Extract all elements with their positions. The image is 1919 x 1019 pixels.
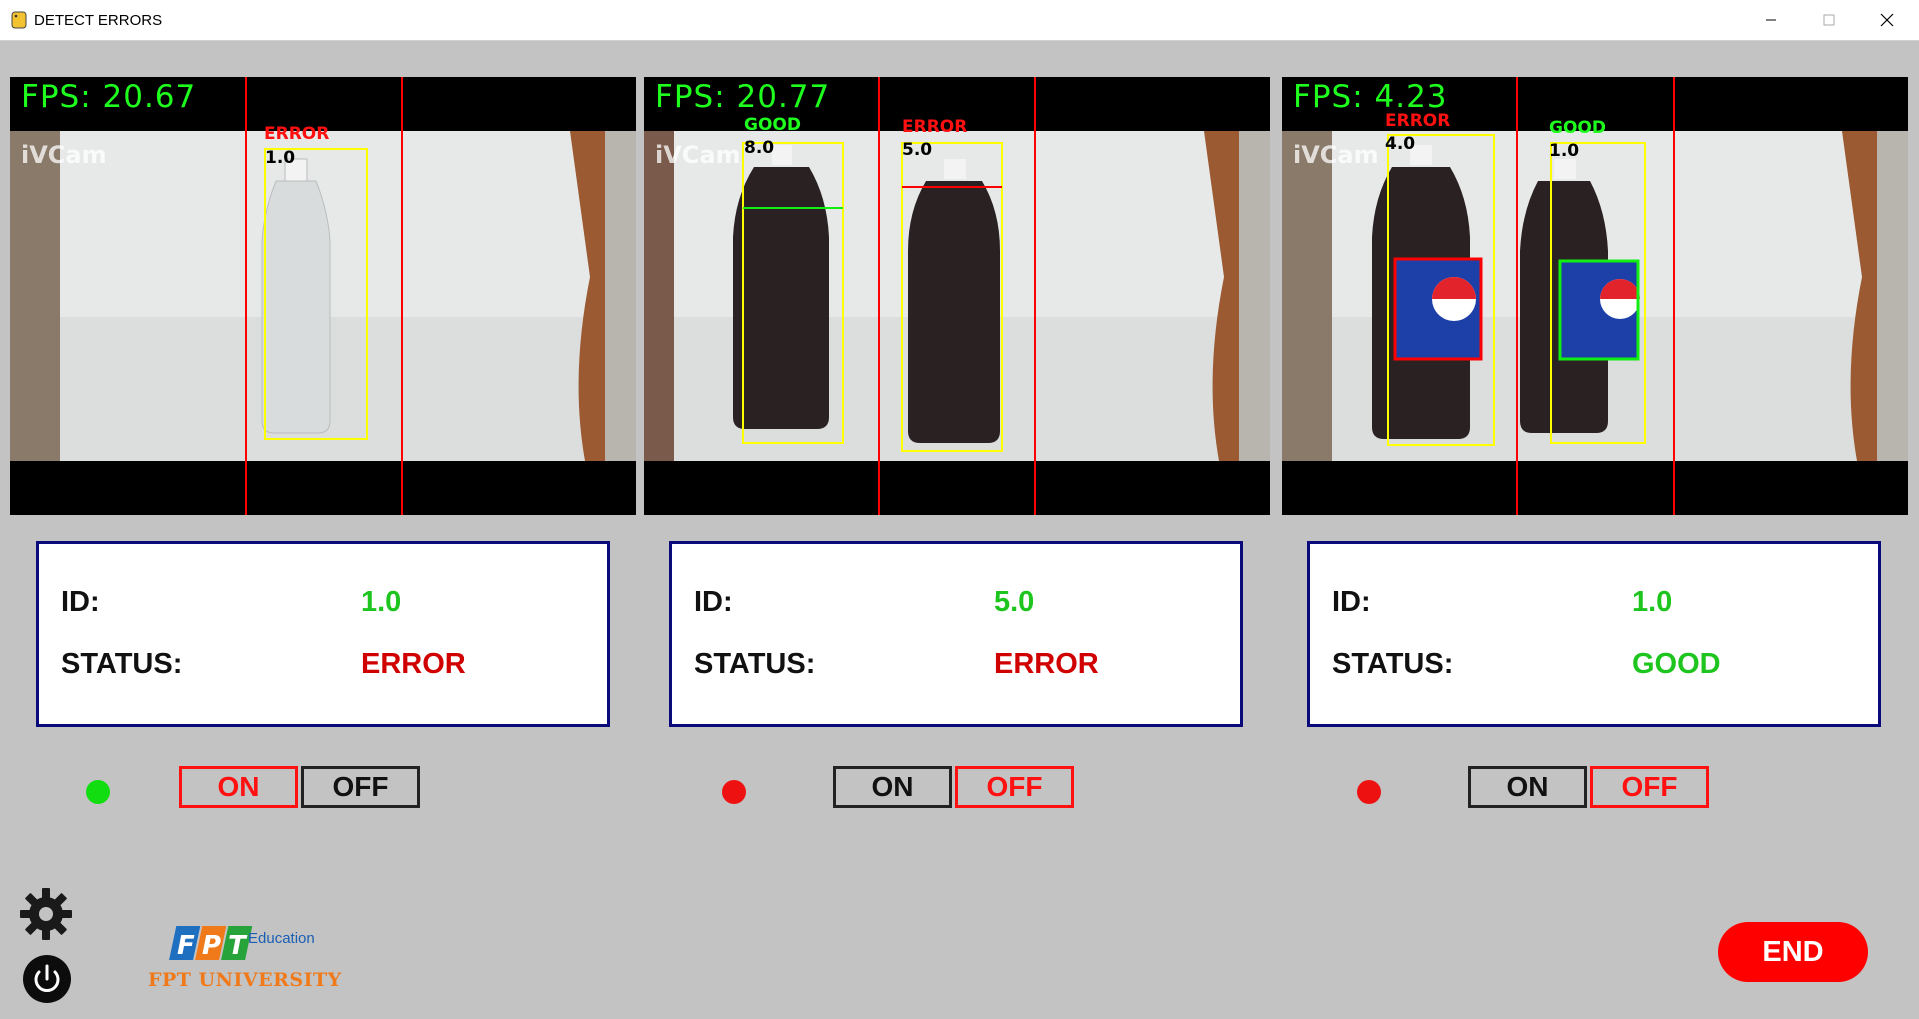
maximize-button[interactable] bbox=[1800, 0, 1858, 40]
end-button[interactable]: END bbox=[1718, 922, 1868, 982]
detection-tag: GOOD bbox=[744, 115, 801, 135]
off-button[interactable]: OFF bbox=[1590, 766, 1709, 808]
status-label: STATUS: bbox=[61, 648, 183, 680]
maximize-icon bbox=[1823, 14, 1835, 26]
detection-tag: ERROR bbox=[264, 124, 330, 144]
id-label: ID: bbox=[61, 586, 100, 618]
status-panel-1: ID: 1.0 STATUS: ERROR bbox=[36, 541, 610, 727]
camera-feed-2: FPS: 20.77 iVCam GOOD 8.0 ERROR 5.0 bbox=[644, 77, 1270, 515]
status-label: STATUS: bbox=[1332, 648, 1454, 680]
svg-text:P: P bbox=[202, 931, 221, 961]
close-button[interactable] bbox=[1858, 0, 1916, 40]
detection-id: 4.0 bbox=[1385, 134, 1416, 154]
watermark: iVCam bbox=[21, 141, 107, 169]
detection-id: 1.0 bbox=[1549, 141, 1580, 161]
id-label: ID: bbox=[1332, 586, 1371, 618]
close-icon bbox=[1880, 13, 1894, 27]
id-value: 1.0 bbox=[361, 586, 402, 618]
status-panel-2: ID: 5.0 STATUS: ERROR bbox=[669, 541, 1243, 727]
status-value: GOOD bbox=[1632, 648, 1721, 680]
minimize-button[interactable] bbox=[1742, 0, 1800, 40]
toggle-3: ON OFF bbox=[1468, 766, 1714, 814]
logo-education-text: Education bbox=[248, 930, 315, 947]
detection-id: 1.0 bbox=[265, 148, 296, 168]
window-title: DETECT ERRORS bbox=[34, 12, 163, 29]
detection-id: 5.0 bbox=[902, 140, 933, 160]
title-bar: DETECT ERRORS bbox=[0, 0, 1919, 41]
status-led-3 bbox=[1357, 780, 1381, 804]
status-value: ERROR bbox=[361, 648, 466, 680]
detection-tag: ERROR bbox=[1385, 111, 1451, 131]
id-value: 5.0 bbox=[994, 586, 1035, 618]
python-app-icon bbox=[11, 11, 27, 29]
id-value: 1.0 bbox=[1632, 586, 1673, 618]
fps-readout: FPS: 20.67 bbox=[21, 79, 197, 115]
on-button[interactable]: ON bbox=[833, 766, 952, 808]
status-led-1 bbox=[86, 780, 110, 804]
fps-readout: FPS: 20.77 bbox=[655, 79, 831, 115]
on-button[interactable]: ON bbox=[1468, 766, 1587, 808]
off-button[interactable]: OFF bbox=[955, 766, 1074, 808]
status-panel-3: ID: 1.0 STATUS: GOOD bbox=[1307, 541, 1881, 727]
watermark: iVCam bbox=[655, 141, 741, 169]
camera-feed-1: FPS: 20.67 iVCam ERROR 1.0 bbox=[10, 77, 636, 515]
detection-tag: GOOD bbox=[1549, 118, 1606, 138]
status-label: STATUS: bbox=[694, 648, 816, 680]
gear-icon[interactable] bbox=[20, 888, 72, 940]
detection-id: 8.0 bbox=[744, 138, 775, 158]
on-button[interactable]: ON bbox=[179, 766, 298, 808]
svg-text:T: T bbox=[228, 931, 248, 961]
toggle-2: ON OFF bbox=[833, 766, 1079, 814]
status-led-2 bbox=[722, 780, 746, 804]
svg-text:F: F bbox=[177, 931, 195, 961]
minimize-icon bbox=[1766, 19, 1776, 21]
watermark: iVCam bbox=[1293, 141, 1379, 169]
camera-feed-3: FPS: 4.23 iVCam ERROR 4.0 GOOD 1.0 bbox=[1282, 77, 1908, 515]
fps-readout: FPS: 4.23 bbox=[1293, 79, 1448, 115]
detection-tag: ERROR bbox=[902, 117, 968, 137]
power-icon[interactable] bbox=[22, 954, 72, 1004]
id-label: ID: bbox=[694, 586, 733, 618]
off-button[interactable]: OFF bbox=[301, 766, 420, 808]
status-value: ERROR bbox=[994, 648, 1099, 680]
logo-university-text: FPT UNIVERSITY bbox=[148, 969, 342, 991]
toggle-1: ON OFF bbox=[179, 766, 425, 814]
